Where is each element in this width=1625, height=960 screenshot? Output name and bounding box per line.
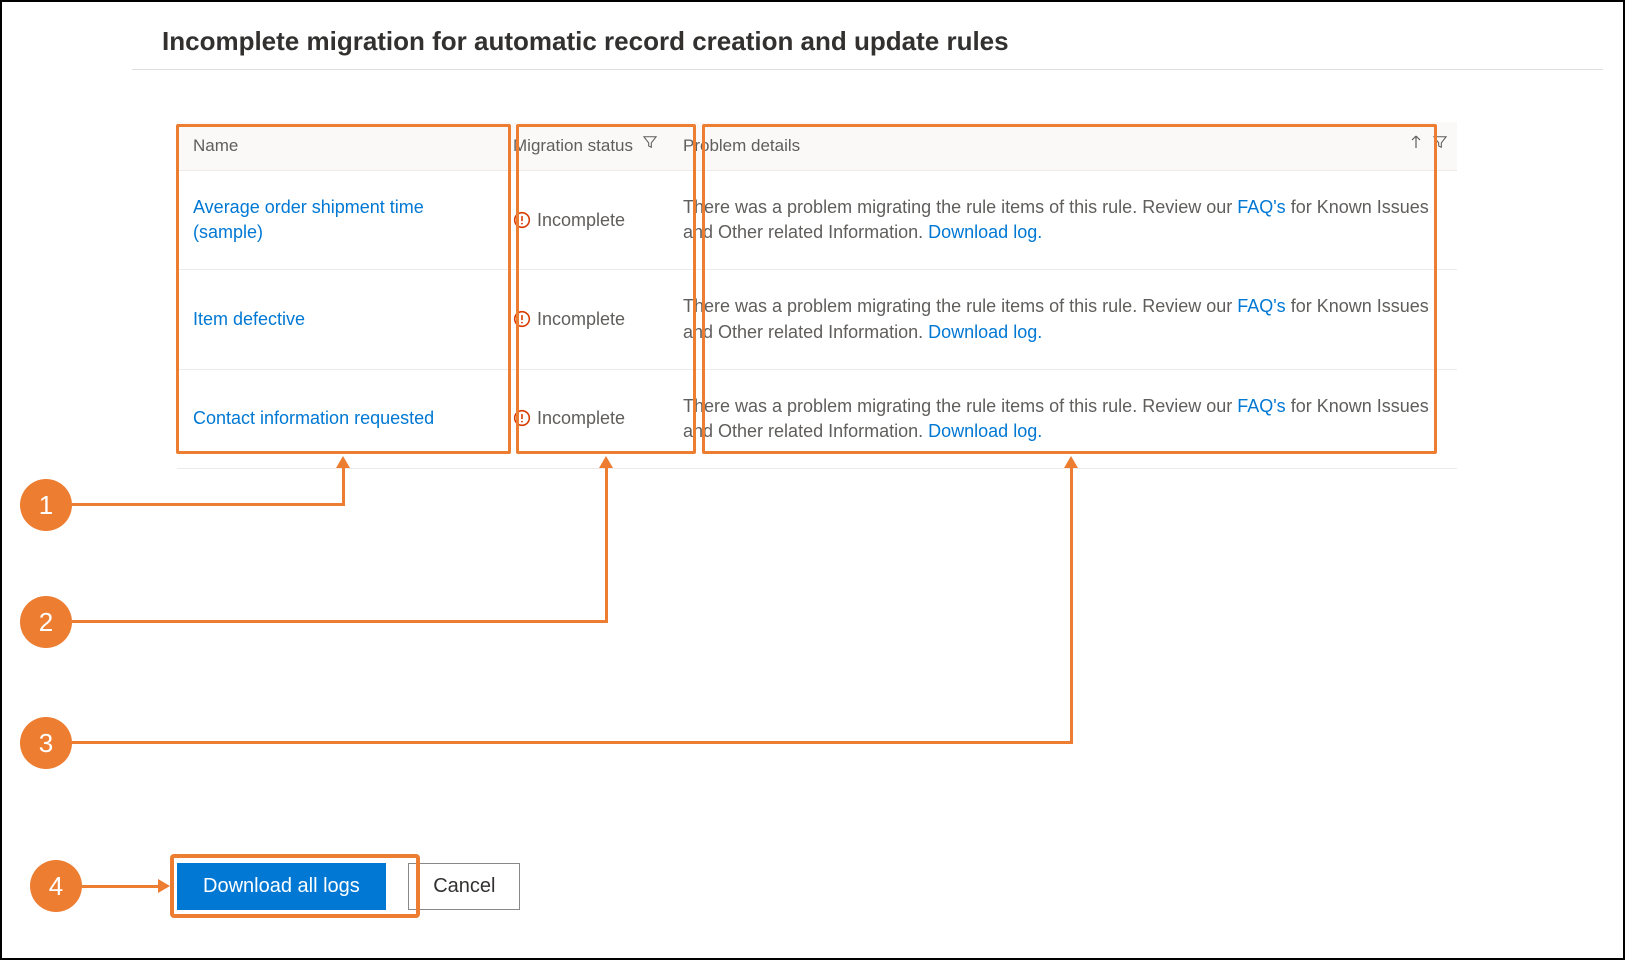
detail-cell: There was a problem migrating the rule i…	[667, 171, 1457, 270]
column-header-status-label: Migration status	[513, 136, 633, 155]
filter-icon[interactable]	[1433, 135, 1447, 149]
rule-name-link[interactable]: Average order shipment time (sample)	[193, 197, 424, 242]
download-log-link[interactable]: Download log.	[928, 322, 1042, 342]
status-cell: Incomplete	[497, 171, 667, 270]
rule-name-link[interactable]: Contact information requested	[193, 408, 434, 428]
page-title: Incomplete migration for automatic recor…	[2, 2, 1623, 69]
callout-connector	[72, 741, 1072, 744]
faq-link[interactable]: FAQ's	[1237, 296, 1285, 316]
detail-text: There was a problem migrating the rule i…	[683, 197, 1237, 217]
callout-connector	[82, 885, 160, 888]
footer-actions: Download all logs Cancel	[177, 863, 520, 910]
callout-number-4: 4	[30, 860, 82, 912]
cancel-button[interactable]: Cancel	[408, 863, 520, 910]
status-cell: Incomplete	[497, 270, 667, 369]
callout-connector	[72, 503, 344, 506]
error-icon	[513, 310, 531, 328]
detail-cell: There was a problem migrating the rule i…	[667, 369, 1457, 468]
rule-name-link[interactable]: Item defective	[193, 309, 305, 329]
detail-text: There was a problem migrating the rule i…	[683, 296, 1237, 316]
callout-connector	[1070, 466, 1073, 744]
table-row: Item defective Incomplete There was a pr…	[177, 270, 1457, 369]
download-log-link[interactable]: Download log.	[928, 421, 1042, 441]
callout-connector	[72, 620, 607, 623]
callout-arrow	[599, 456, 613, 468]
filter-icon[interactable]	[643, 135, 657, 149]
callout-arrow	[336, 456, 350, 468]
status-label: Incomplete	[537, 210, 625, 230]
callout-number-3: 3	[20, 717, 72, 769]
callout-arrow	[158, 879, 170, 893]
column-header-status[interactable]: Migration status	[497, 122, 667, 171]
detail-text: There was a problem migrating the rule i…	[683, 396, 1237, 416]
status-label: Incomplete	[537, 408, 625, 428]
callout-number-2: 2	[20, 596, 72, 648]
column-header-name-label: Name	[193, 136, 238, 155]
faq-link[interactable]: FAQ's	[1237, 396, 1285, 416]
column-header-detail-label: Problem details	[683, 136, 800, 155]
table-row: Contact information requested Incomplete…	[177, 369, 1457, 468]
callout-number-1: 1	[20, 479, 72, 531]
migration-table: Name Migration status Problem details	[177, 122, 1457, 469]
status-label: Incomplete	[537, 309, 625, 329]
divider	[132, 69, 1603, 70]
error-icon	[513, 409, 531, 427]
error-icon	[513, 211, 531, 229]
sort-icon[interactable]	[1410, 135, 1422, 149]
callout-arrow	[1064, 456, 1078, 468]
table-row: Average order shipment time (sample) Inc…	[177, 171, 1457, 270]
download-all-logs-button[interactable]: Download all logs	[177, 863, 386, 910]
callout-connector	[342, 466, 345, 506]
download-log-link[interactable]: Download log.	[928, 222, 1042, 242]
callout-connector	[605, 466, 608, 623]
column-header-name[interactable]: Name	[177, 122, 497, 171]
detail-cell: There was a problem migrating the rule i…	[667, 270, 1457, 369]
status-cell: Incomplete	[497, 369, 667, 468]
column-header-detail[interactable]: Problem details	[667, 122, 1457, 171]
faq-link[interactable]: FAQ's	[1237, 197, 1285, 217]
